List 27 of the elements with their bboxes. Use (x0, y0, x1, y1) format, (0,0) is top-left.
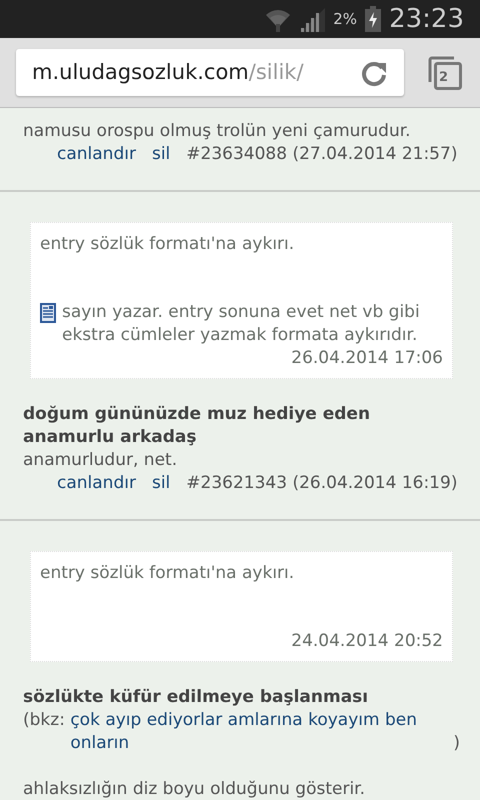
entry-meta: #23621343 (26.04.2014 16:19) (186, 472, 458, 495)
notice-reason: entry sözlük formatı'na aykırı. (40, 562, 296, 585)
notice-note: sayın yazar. entry sonuna evet net vb gibi ekstra cümleler yazmak formata aykırıdır. (62, 301, 421, 347)
action-link[interactable]: sil (152, 472, 170, 495)
see-also-label: ) (453, 732, 460, 755)
url-host: m.uludagsozluk.com (32, 60, 249, 84)
entry-title[interactable]: doğum gününüzde muz hediye eden anamurlu arkadaş (23, 403, 460, 449)
entry-text: ahlaksızlığın diz boyu olduğunu gösterir. (23, 778, 366, 800)
battery-percent: 2% (333, 8, 358, 30)
action-link[interactable]: sil (152, 143, 170, 166)
notice-date: 26.04.2014 17:06 (290, 347, 443, 370)
address-bar[interactable]: m.uludagsozluk.com/silik/ (16, 49, 404, 96)
battery-charging-icon (365, 6, 382, 32)
see-also-label: (bkz: (23, 709, 66, 732)
url-path: /silik/ (248, 60, 304, 84)
action-link[interactable]: canlandır (57, 143, 136, 166)
see-also-link[interactable]: çok ayıp ediyorlar amlarına koyayım ben onların (70, 709, 454, 755)
entry-meta: #23634088 (27.04.2014 21:57) (186, 143, 458, 166)
notice-reason: entry sözlük formatı'na aykırı. (40, 233, 296, 256)
entry-text: namusu orospu olmuş trolün yeni çamurudur. (23, 120, 412, 143)
action-link[interactable]: canlandır (57, 472, 136, 495)
entry-title[interactable]: sözlükte küfür edilmeye başlanması (23, 686, 460, 709)
notice-date: 24.04.2014 20:52 (290, 630, 443, 653)
entry-text: anamurludur, net. (23, 449, 178, 472)
document-icon (40, 303, 56, 323)
signal-icon (299, 6, 326, 32)
clock: 23:23 (389, 6, 464, 32)
